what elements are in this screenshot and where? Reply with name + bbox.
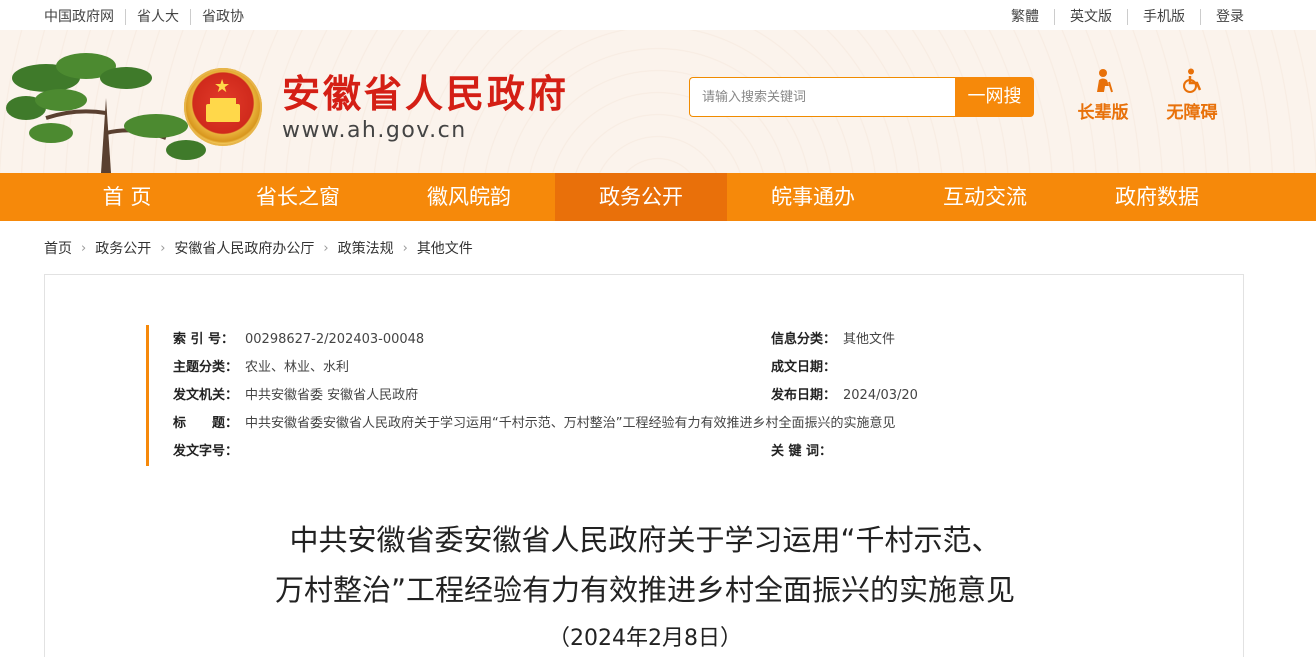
breadcrumb-government-affairs[interactable]: 政务公开	[95, 238, 151, 258]
breadcrumb: 首页 › 政务公开 › 安徽省人民政府办公厅 › 政策法规 › 其他文件	[44, 238, 473, 258]
meta-issuer-label: 发文机关：	[173, 388, 239, 403]
site-header: ★ 安徽省人民政府 www.ah.gov.cn 一网搜 长辈版 无障碍	[0, 30, 1316, 173]
document-title-line-1: 中共安徽省委安徽省人民政府关于学习运用“千村示范、	[289, 523, 1001, 557]
breadcrumb-policies[interactable]: 政策法规	[338, 238, 394, 258]
document-title-line-2: 万村整治”工程经验有力有效推进乡村全面振兴的实施意见	[274, 573, 1016, 607]
chevron-right-icon: ›	[160, 240, 166, 256]
link-traditional-chinese[interactable]: 繁體	[996, 9, 1054, 25]
search-input[interactable]	[690, 78, 955, 116]
breadcrumb-general-office[interactable]: 安徽省人民政府办公厅	[174, 238, 314, 258]
elder-mode-label: 长辈版	[1077, 103, 1129, 123]
meta-topic-value: 农业、林业、水利	[245, 360, 350, 375]
nav-anhui-culture[interactable]: 徽风皖韵	[383, 173, 555, 221]
link-provincial-congress[interactable]: 省人大	[125, 9, 190, 25]
meta-written-date-label: 成文日期：	[771, 360, 837, 375]
document-panel: 索 引 号： 00298627-2/202403-00048 信息分类： 其他文件 …	[44, 274, 1244, 657]
meta-publish-date-label: 发布日期：	[771, 388, 837, 403]
meta-title-row: 标 题： 中共安徽省委安徽省人民政府关于学习运用“千村示范、万村整治”工程经验有力…	[173, 414, 1103, 434]
meta-publish-date-value: 2024/03/20	[843, 388, 918, 403]
meta-title-value: 中共安徽省委安徽省人民政府关于学习运用“千村示范、万村整治”工程经验有力有效推进…	[245, 416, 896, 431]
meta-issuer-row: 发文机关： 中共安徽省委 安徽省人民政府	[173, 386, 418, 406]
nav-government-data[interactable]: 政府数据	[1071, 173, 1243, 221]
breadcrumb-other-documents[interactable]: 其他文件	[417, 238, 473, 258]
nav-online-services[interactable]: 皖事通办	[727, 173, 899, 221]
link-login[interactable]: 登录	[1200, 9, 1244, 25]
chevron-right-icon: ›	[402, 240, 408, 256]
link-china-gov[interactable]: 中国政府网	[44, 9, 125, 25]
meta-keywords-label: 关 键 词：	[771, 444, 833, 459]
link-provincial-cppcc[interactable]: 省政协	[190, 9, 255, 25]
site-url: www.ah.gov.cn	[282, 118, 467, 143]
nav-governor-window[interactable]: 省长之窗	[212, 173, 384, 221]
meta-topic-row: 主题分类： 农业、林业、水利	[173, 358, 349, 378]
nav-interaction[interactable]: 互动交流	[899, 173, 1071, 221]
meta-title-label: 标 题：	[173, 416, 239, 431]
accessibility-button[interactable]: 无障碍	[1157, 68, 1227, 123]
main-nav: 首 页 省长之窗 徽风皖韵 政务公开 皖事通办 互动交流 政府数据	[0, 173, 1316, 221]
meta-index-label: 索 引 号：	[173, 332, 235, 347]
meta-issuer-value: 中共安徽省委 安徽省人民政府	[245, 388, 419, 403]
meta-category-label: 信息分类：	[771, 332, 837, 347]
external-links: 中国政府网 省人大 省政协	[44, 9, 255, 25]
document-metadata: 索 引 号： 00298627-2/202403-00048 信息分类： 其他文件 …	[146, 325, 1106, 466]
elder-mode-button[interactable]: 长辈版	[1068, 68, 1138, 123]
chevron-right-icon: ›	[81, 240, 87, 256]
link-mobile[interactable]: 手机版	[1127, 9, 1200, 25]
accessibility-label: 无障碍	[1166, 103, 1218, 123]
document-date: （2024年2月8日）	[548, 626, 742, 651]
nav-home[interactable]: 首 页	[41, 173, 213, 221]
meta-index-row: 索 引 号： 00298627-2/202403-00048	[173, 330, 424, 350]
breadcrumb-home[interactable]: 首页	[44, 238, 72, 258]
wheelchair-icon	[1183, 68, 1202, 93]
elder-person-icon	[1097, 69, 1113, 93]
national-emblem-icon: ★	[184, 68, 262, 146]
document-title: 中共安徽省委安徽省人民政府关于学习运用“千村示范、 万村整治”工程经验有力有效推…	[45, 515, 1245, 615]
meta-written-date-row: 成文日期：	[771, 358, 843, 378]
chevron-right-icon: ›	[323, 240, 329, 256]
search-button[interactable]: 一网搜	[955, 77, 1034, 117]
meta-doc-number-label: 发文字号：	[173, 444, 239, 459]
meta-category-row: 信息分类： 其他文件	[771, 330, 895, 350]
search-field[interactable]	[689, 77, 955, 117]
site-title[interactable]: 安徽省人民政府	[282, 72, 569, 116]
meta-keywords-row: 关 键 词：	[771, 442, 843, 462]
meta-publish-date-row: 发布日期： 2024/03/20	[771, 386, 918, 406]
meta-topic-label: 主题分类：	[173, 360, 239, 375]
meta-index-value: 00298627-2/202403-00048	[245, 332, 425, 347]
nav-government-affairs[interactable]: 政务公开	[555, 173, 727, 221]
link-english[interactable]: 英文版	[1054, 9, 1127, 25]
utility-links: 繁體 英文版 手机版 登录	[996, 9, 1244, 25]
meta-doc-number-row: 发文字号：	[173, 442, 245, 462]
pine-tree-icon	[6, 53, 206, 173]
meta-category-value: 其他文件	[843, 332, 896, 347]
